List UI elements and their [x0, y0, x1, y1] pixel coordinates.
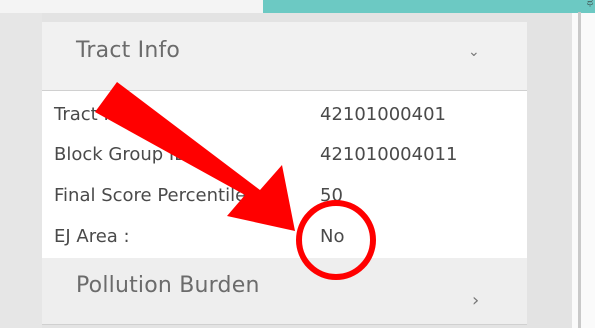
- tract-info-title: Tract Info: [76, 38, 181, 63]
- tract-info-details: Tract ID : 42101000401 Block Group ID : …: [42, 91, 527, 259]
- block-group-id-label: Block Group ID :: [54, 144, 200, 165]
- chevron-down-icon[interactable]: ⌄: [468, 44, 480, 60]
- ej-area-value: No: [320, 226, 345, 247]
- final-score-percentile-row: Final Score Percentile : 50: [42, 176, 527, 212]
- tract-id-label: Tract ID :: [54, 104, 135, 125]
- tract-id-value: 42101000401: [320, 104, 446, 125]
- tract-id-row: Tract ID : 42101000401: [42, 95, 527, 131]
- ej-area-label: EJ Area :: [54, 226, 130, 247]
- ej-area-row: EJ Area : No: [42, 217, 527, 253]
- block-group-id-value: 421010004011: [320, 144, 458, 165]
- final-score-percentile-label: Final Score Percentile :: [54, 185, 258, 206]
- top-teal-bar: ಥ: [263, 0, 595, 13]
- corner-glyph: ಥ: [587, 0, 593, 8]
- right-gutter: [572, 13, 595, 328]
- pollution-burden-title: Pollution Burden: [76, 273, 260, 298]
- final-score-percentile-value: 50: [320, 185, 343, 206]
- chevron-right-icon[interactable]: ›: [472, 290, 479, 311]
- panel-left-strip: [0, 13, 42, 328]
- panel-divider: [578, 12, 581, 328]
- pollution-burden-accordion-header[interactable]: Pollution Burden ›: [42, 258, 527, 325]
- block-group-id-row: Block Group ID : 421010004011: [42, 135, 527, 171]
- tract-info-accordion-header[interactable]: Tract Info ⌄: [42, 22, 527, 91]
